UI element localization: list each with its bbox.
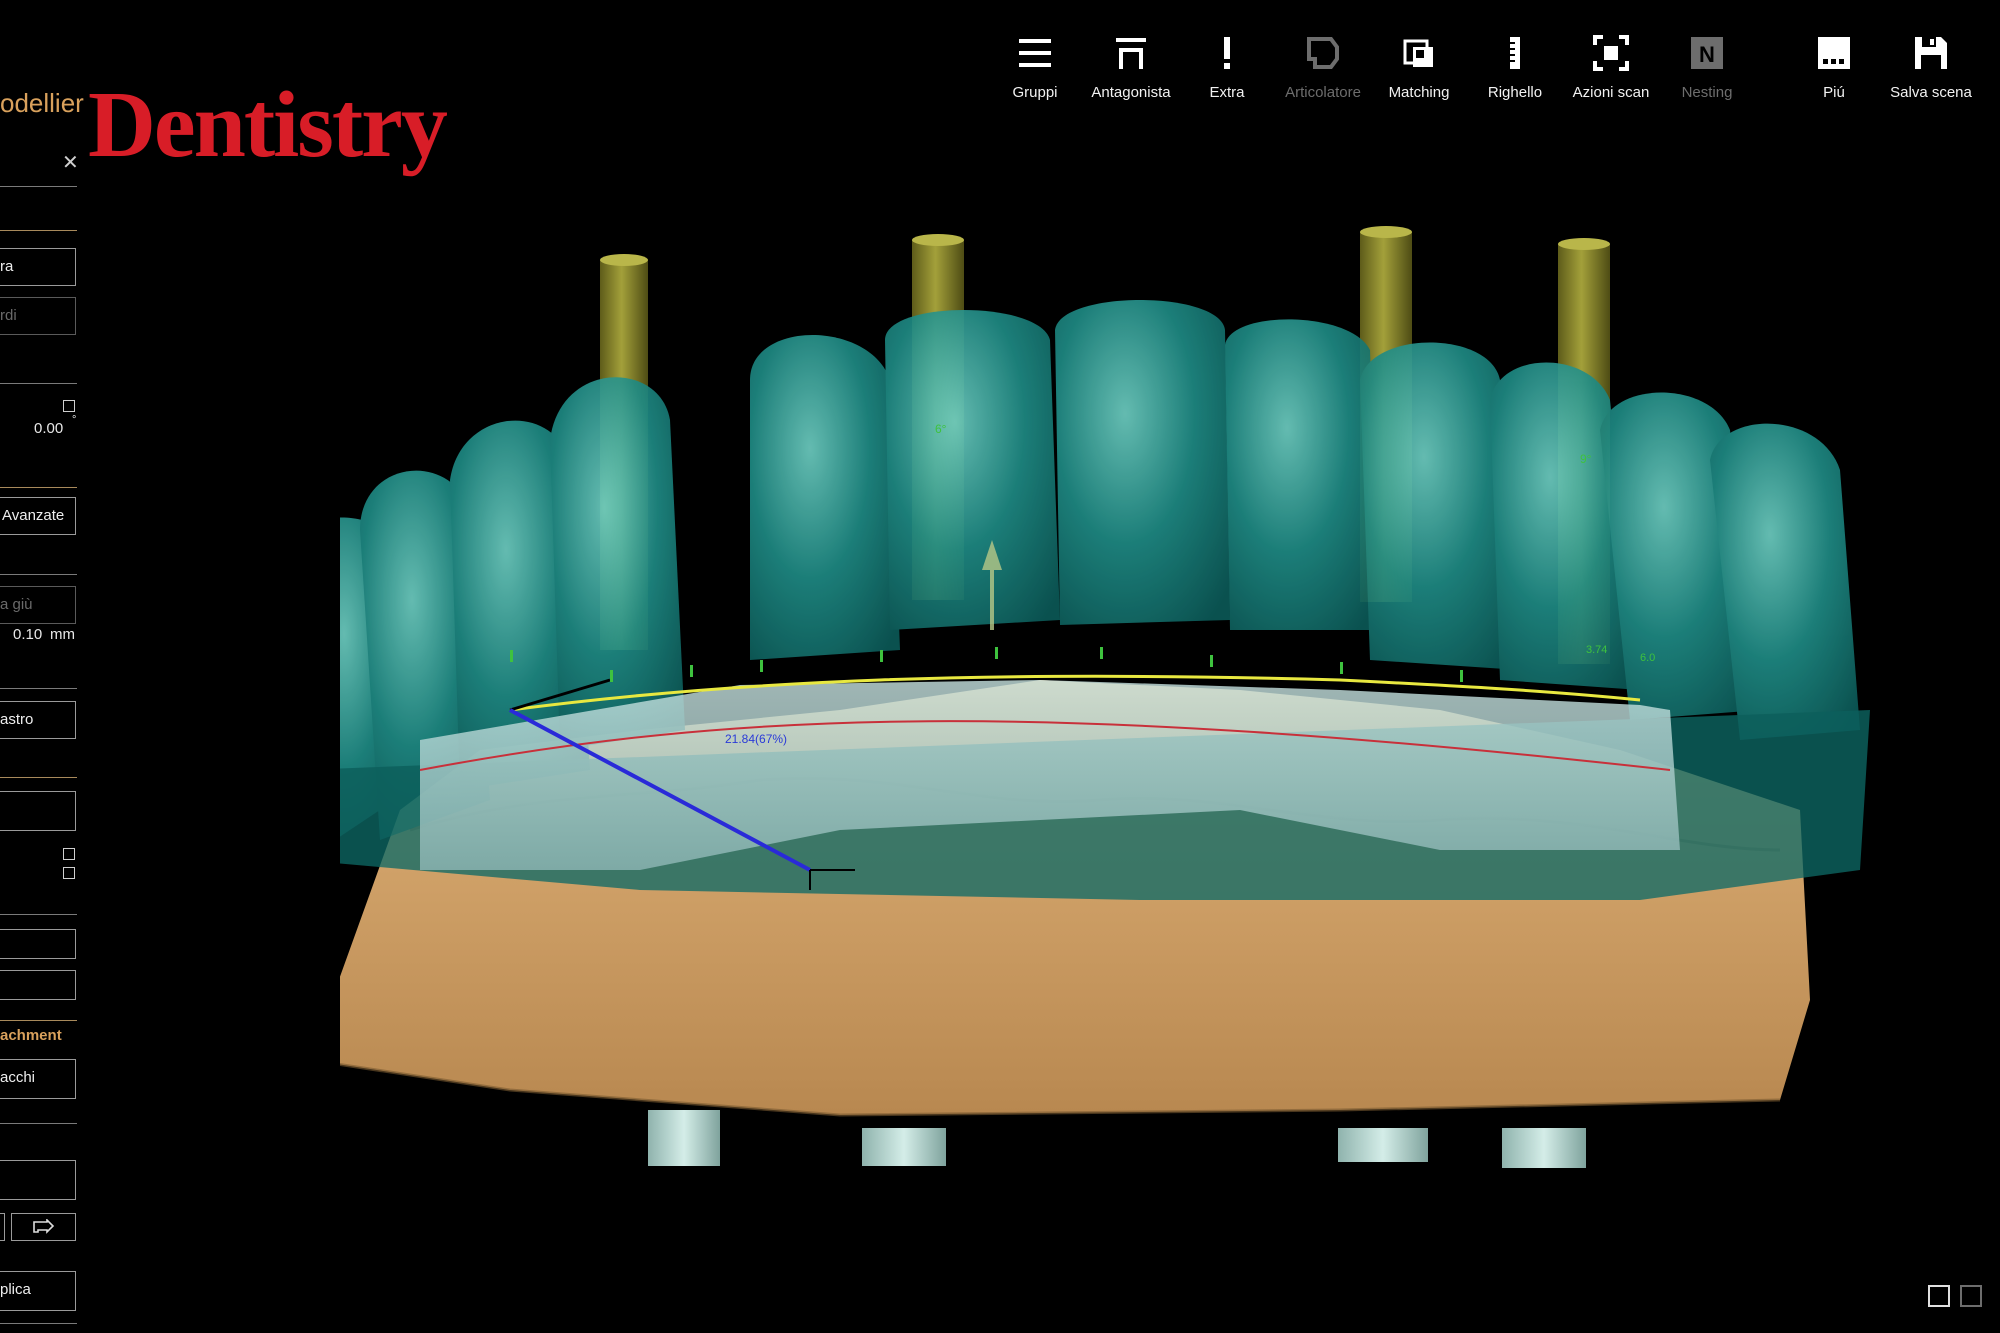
field-ra[interactable]: ra — [0, 248, 76, 286]
menu-icon — [1019, 39, 1051, 67]
toolbar-righello-button[interactable]: Righello — [1467, 32, 1563, 101]
toolbar-label: Extra — [1209, 84, 1245, 101]
checkbox[interactable] — [63, 400, 75, 412]
empty-field[interactable] — [0, 791, 76, 831]
divider — [0, 777, 77, 778]
svg-text:N: N — [1699, 42, 1715, 67]
checkbox[interactable] — [63, 848, 75, 860]
brand-logo: Dentistry — [88, 73, 448, 177]
angle-unit: ° — [72, 414, 77, 426]
toolbar-label: Articolatore — [1285, 84, 1361, 101]
angle-value: 0.00 — [34, 420, 64, 437]
toolbar-label: Azioni scan — [1572, 84, 1650, 101]
save-icon — [1915, 37, 1947, 69]
export-button[interactable] — [11, 1213, 76, 1241]
view-toggle-button[interactable] — [1960, 1285, 1982, 1307]
app-title: odellier — [0, 88, 84, 118]
offset-unit: mm — [50, 626, 75, 643]
toolbar-extra-button[interactable]: Extra — [1179, 32, 1275, 101]
attachments-button[interactable]: acchi — [0, 1059, 76, 1099]
toolbar-label: Righello — [1487, 84, 1543, 101]
empty-field[interactable] — [0, 929, 76, 959]
scan-actions-icon — [1593, 35, 1629, 71]
toolbar-piu-button[interactable]: Piú — [1786, 32, 1882, 101]
exclamation-icon — [1224, 37, 1230, 69]
divider — [0, 383, 77, 384]
toolbar-label: Nesting — [1681, 84, 1733, 101]
field-astro[interactable]: astro — [0, 701, 76, 739]
toolbar-label: Antagonista — [1091, 84, 1171, 101]
angle-label: 9° — [1580, 452, 1592, 466]
angle-label: 6° — [935, 422, 947, 436]
divider — [0, 1323, 77, 1324]
divider — [0, 186, 77, 187]
divider — [0, 914, 77, 915]
toolbar-gruppi-button[interactable]: Gruppi — [987, 32, 1083, 101]
toolbar-label: Matching — [1388, 84, 1450, 101]
more-icon — [1818, 37, 1850, 69]
empty-field[interactable] — [0, 1160, 76, 1200]
toolbar-antagonista-button[interactable]: Antagonista — [1083, 32, 1179, 101]
toolbar-salva-scena-button[interactable]: Salva scena — [1883, 32, 1979, 101]
divider — [0, 574, 77, 575]
distance-label: 6.0 — [1640, 652, 1656, 664]
articulator-icon — [1307, 37, 1339, 69]
attachment-header: achment — [0, 1027, 62, 1044]
implant-abutments — [648, 1110, 1586, 1168]
toolbar-matching-button[interactable]: Matching — [1371, 32, 1467, 101]
export-arrow-icon — [32, 1219, 54, 1234]
nesting-icon: N — [1691, 37, 1723, 69]
divider — [0, 230, 77, 231]
field-rdi[interactable]: rdi — [0, 297, 76, 335]
distance-label: 3.74 — [1586, 644, 1608, 656]
settings-panel: odellier ✕ ra rdi 0.00 ° Avanzate a giù … — [0, 0, 92, 1333]
checkbox[interactable] — [63, 867, 75, 879]
close-icon[interactable]: ✕ — [62, 150, 79, 175]
measure-percent-label: 21.84(67%) — [725, 732, 788, 746]
advanced-button[interactable]: Avanzate — [0, 497, 76, 535]
toolbar-label: Piú — [1823, 84, 1845, 101]
empty-field[interactable] — [0, 970, 76, 1000]
apply-button[interactable]: plica — [0, 1271, 76, 1311]
matching-icon — [1403, 39, 1433, 67]
antagonist-icon — [1116, 38, 1146, 69]
toolbar-nesting-button[interactable]: N Nesting — [1659, 32, 1755, 101]
offset-field[interactable]: a giù — [0, 586, 76, 624]
toolbar-label: Salva scena — [1890, 84, 1972, 101]
view-toggle-button[interactable] — [1928, 1285, 1950, 1307]
ruler-icon — [1510, 37, 1520, 69]
dental-model-render — [300, 226, 1870, 1168]
toolbar-label: Gruppi — [1012, 84, 1058, 101]
divider — [0, 1123, 77, 1124]
offset-value: 0.10 — [13, 626, 43, 643]
3d-viewport[interactable]: 21.84(67%) 6° 9° 3.74 6.0 — [300, 210, 1920, 1210]
toolbar-articolatore-button[interactable]: Articolatore — [1275, 32, 1371, 101]
small-button[interactable] — [0, 1213, 5, 1241]
divider — [0, 688, 77, 689]
toolbar-azioni-scan-button[interactable]: Azioni scan — [1563, 32, 1659, 101]
divider — [0, 1020, 77, 1021]
divider — [0, 487, 77, 488]
